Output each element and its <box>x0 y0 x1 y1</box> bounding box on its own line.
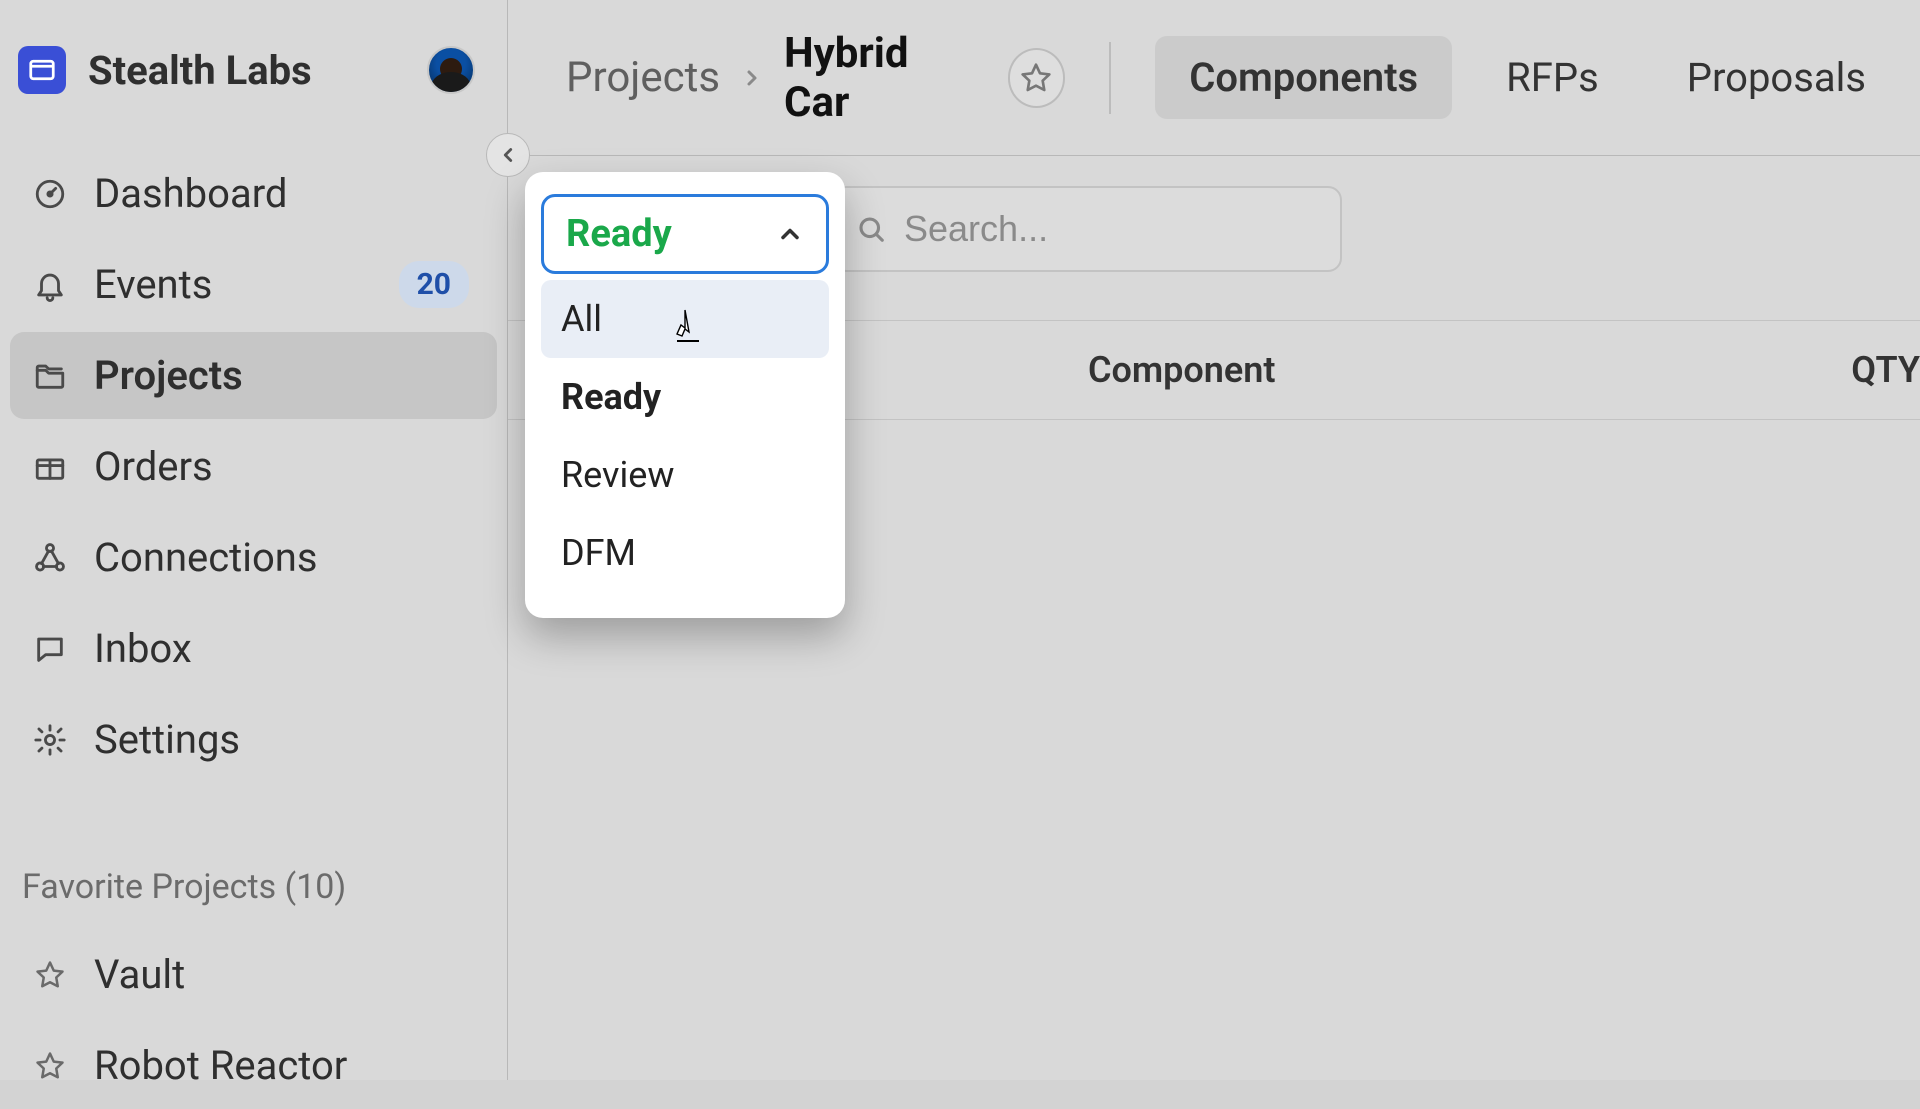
tab-proposals[interactable]: Proposals <box>1653 36 1900 119</box>
tab-rfps[interactable]: RFPs <box>1472 36 1633 119</box>
sidebar-item-label: Connections <box>94 534 318 581</box>
sidebar-item-badge: 20 <box>399 261 469 308</box>
header: Projects Hybrid Car ComponentsRFPsPropos… <box>508 0 1920 156</box>
sidebar-item-label: Projects <box>94 352 243 399</box>
sidebar-item-connections[interactable]: Connections <box>10 514 497 601</box>
gear-icon <box>32 723 68 757</box>
sidebar-item-label: Events <box>94 261 212 308</box>
tab-components[interactable]: Components <box>1155 36 1452 119</box>
column-header-component[interactable]: Component <box>1088 349 1276 391</box>
star-icon <box>32 960 68 990</box>
status-option-dfm[interactable]: DFM <box>541 514 829 592</box>
brand-logo[interactable] <box>18 46 66 94</box>
favorite-item-label: Robot Reactor <box>94 1042 347 1089</box>
sidebar-item-inbox[interactable]: Inbox <box>10 605 497 692</box>
status-option-review[interactable]: Review <box>541 436 829 514</box>
status-filter-value: Ready <box>566 212 672 256</box>
sidebar: Stealth Labs Dashboard Events 20 Projects Or… <box>0 0 508 1080</box>
favorites-heading: Favorite Projects (10) <box>0 787 507 927</box>
sidebar-item-label: Dashboard <box>94 170 287 217</box>
breadcrumb-root[interactable]: Projects <box>566 53 720 102</box>
gauge-icon <box>32 177 68 211</box>
column-header-qty[interactable]: QTY <box>1851 349 1920 391</box>
package-icon <box>32 450 68 484</box>
sidebar-item-orders[interactable]: Orders <box>10 423 497 510</box>
breadcrumb-current: Hybrid Car <box>784 29 968 127</box>
chevron-right-icon <box>740 66 764 90</box>
brand-row: Stealth Labs <box>0 18 507 146</box>
status-filter-trigger[interactable]: Ready <box>541 194 829 274</box>
sidebar-item-events[interactable]: Events 20 <box>10 241 497 328</box>
network-icon <box>32 541 68 575</box>
search-icon <box>856 214 886 244</box>
sidebar-item-label: Inbox <box>94 625 192 672</box>
sidebar-item-label: Orders <box>94 443 213 490</box>
status-filter-dropdown: Ready AllReadyReviewDFM <box>525 172 845 618</box>
star-icon <box>32 1051 68 1081</box>
chevron-up-icon <box>776 220 804 248</box>
collapse-sidebar-button[interactable] <box>486 133 530 177</box>
favorite-item[interactable]: Robot Reactor <box>10 1022 497 1109</box>
sidebar-item-projects[interactable]: Projects <box>10 332 497 419</box>
sidebar-item-dashboard[interactable]: Dashboard <box>10 150 497 237</box>
sidebar-item-label: Settings <box>94 716 240 763</box>
chat-icon <box>32 632 68 666</box>
status-filter-options: AllReadyReviewDFM <box>541 280 829 592</box>
search-input[interactable] <box>904 208 1369 250</box>
search-input-wrapper[interactable] <box>832 186 1342 272</box>
favorite-toggle-button[interactable] <box>1008 48 1066 108</box>
favorite-item[interactable]: Vault <box>10 931 497 1018</box>
breadcrumb: Projects Hybrid Car <box>508 29 968 127</box>
divider <box>1109 42 1111 114</box>
avatar[interactable] <box>427 46 475 94</box>
bell-icon <box>32 268 68 302</box>
folders-icon <box>32 359 68 393</box>
sidebar-item-settings[interactable]: Settings <box>10 696 497 783</box>
favorite-item-label: Vault <box>94 951 185 998</box>
brand-name: Stealth Labs <box>88 47 312 94</box>
status-option-ready[interactable]: Ready <box>541 358 829 436</box>
status-option-all[interactable]: All <box>541 280 829 358</box>
